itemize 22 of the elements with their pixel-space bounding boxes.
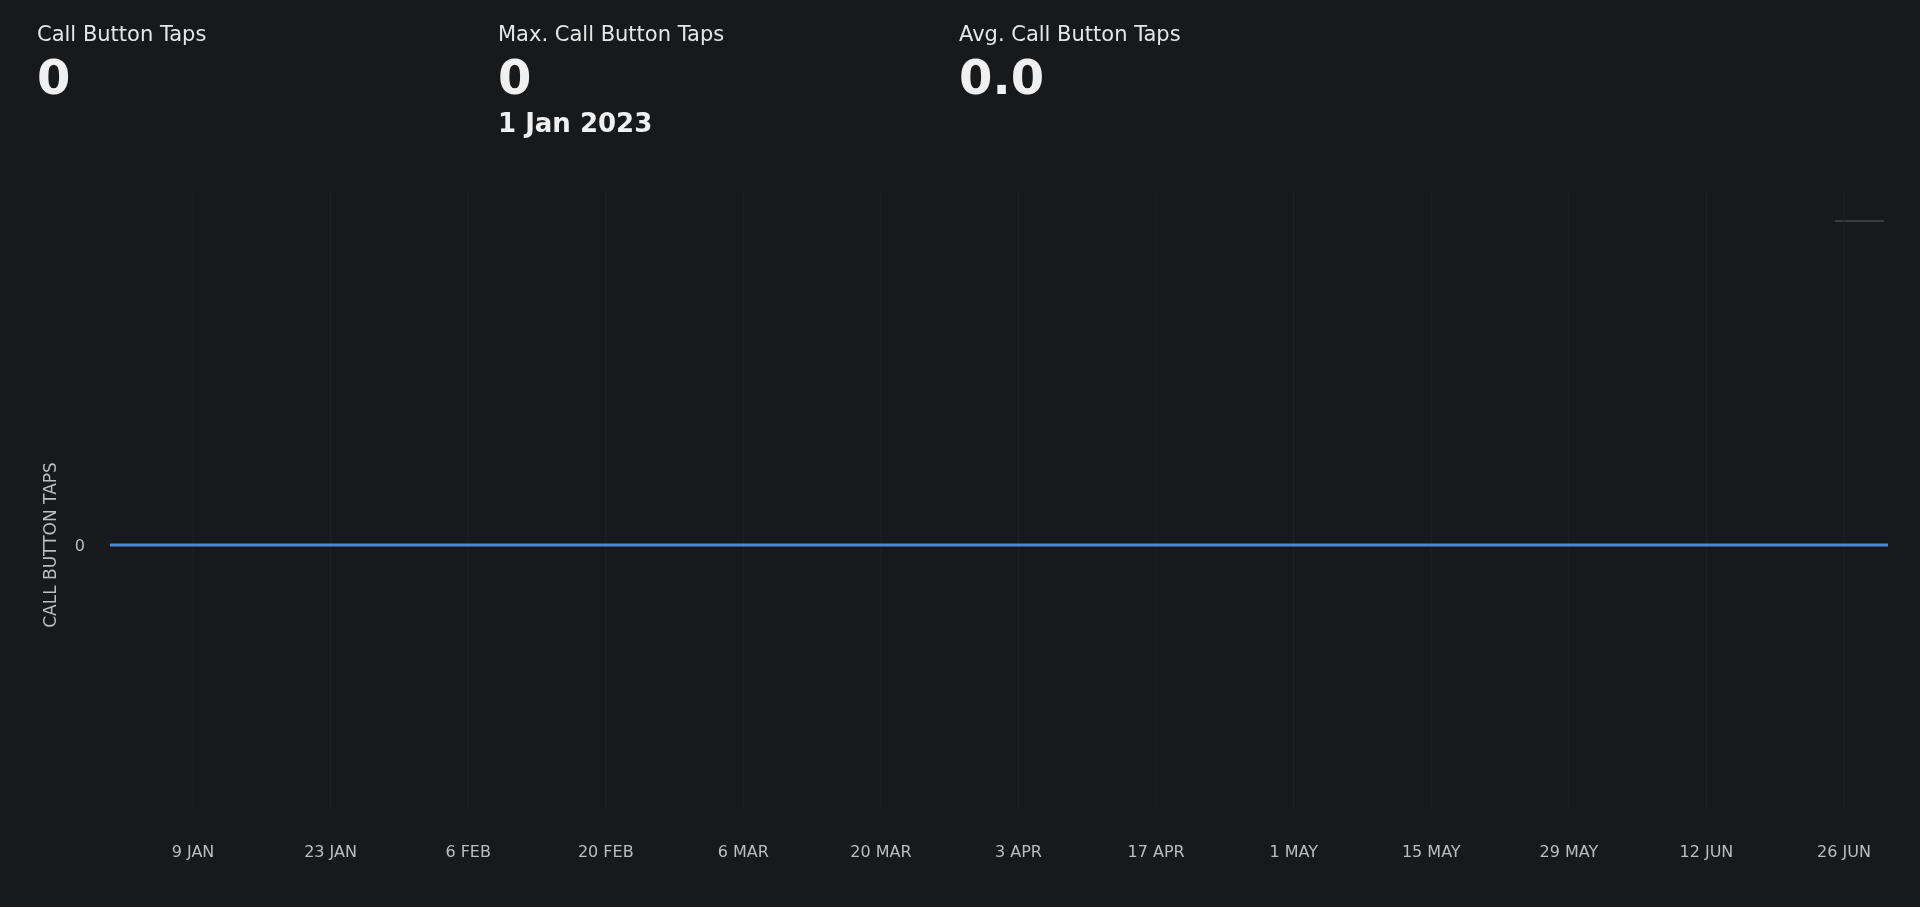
x-tick-label: 3 APR: [995, 842, 1042, 861]
x-tick-label: 20 FEB: [577, 842, 634, 861]
x-tick-label: 23 JAN: [304, 842, 357, 861]
x-tick-label: 6 MAR: [717, 842, 769, 861]
stat-value: 0.0: [959, 48, 1045, 107]
x-tick-label: 20 MAR: [850, 842, 912, 861]
x-tick-label: 17 APR: [1127, 842, 1185, 861]
x-tick-label: 12 JUN: [1679, 842, 1734, 861]
y-axis-title: CALL BUTTON TAPS: [40, 462, 60, 628]
stat-label: Avg. Call Button Taps: [959, 22, 1181, 46]
stat-label: Max. Call Button Taps: [498, 22, 725, 46]
y-tick-label: 0: [74, 536, 85, 555]
stat-date: 1 Jan 2023: [498, 108, 653, 138]
x-tick-label: 6 FEB: [445, 842, 491, 861]
x-tick-label: 15 MAY: [1401, 842, 1461, 861]
stat-value: 0: [37, 48, 71, 107]
stat-value: 0: [498, 48, 532, 107]
x-tick-label: 26 JUN: [1817, 842, 1871, 861]
x-tick-label: 1 MAY: [1269, 842, 1318, 861]
x-tick-label: 29 MAY: [1539, 842, 1599, 861]
x-tick-label: 9 JAN: [171, 842, 215, 861]
stat-label: Call Button Taps: [37, 22, 207, 46]
